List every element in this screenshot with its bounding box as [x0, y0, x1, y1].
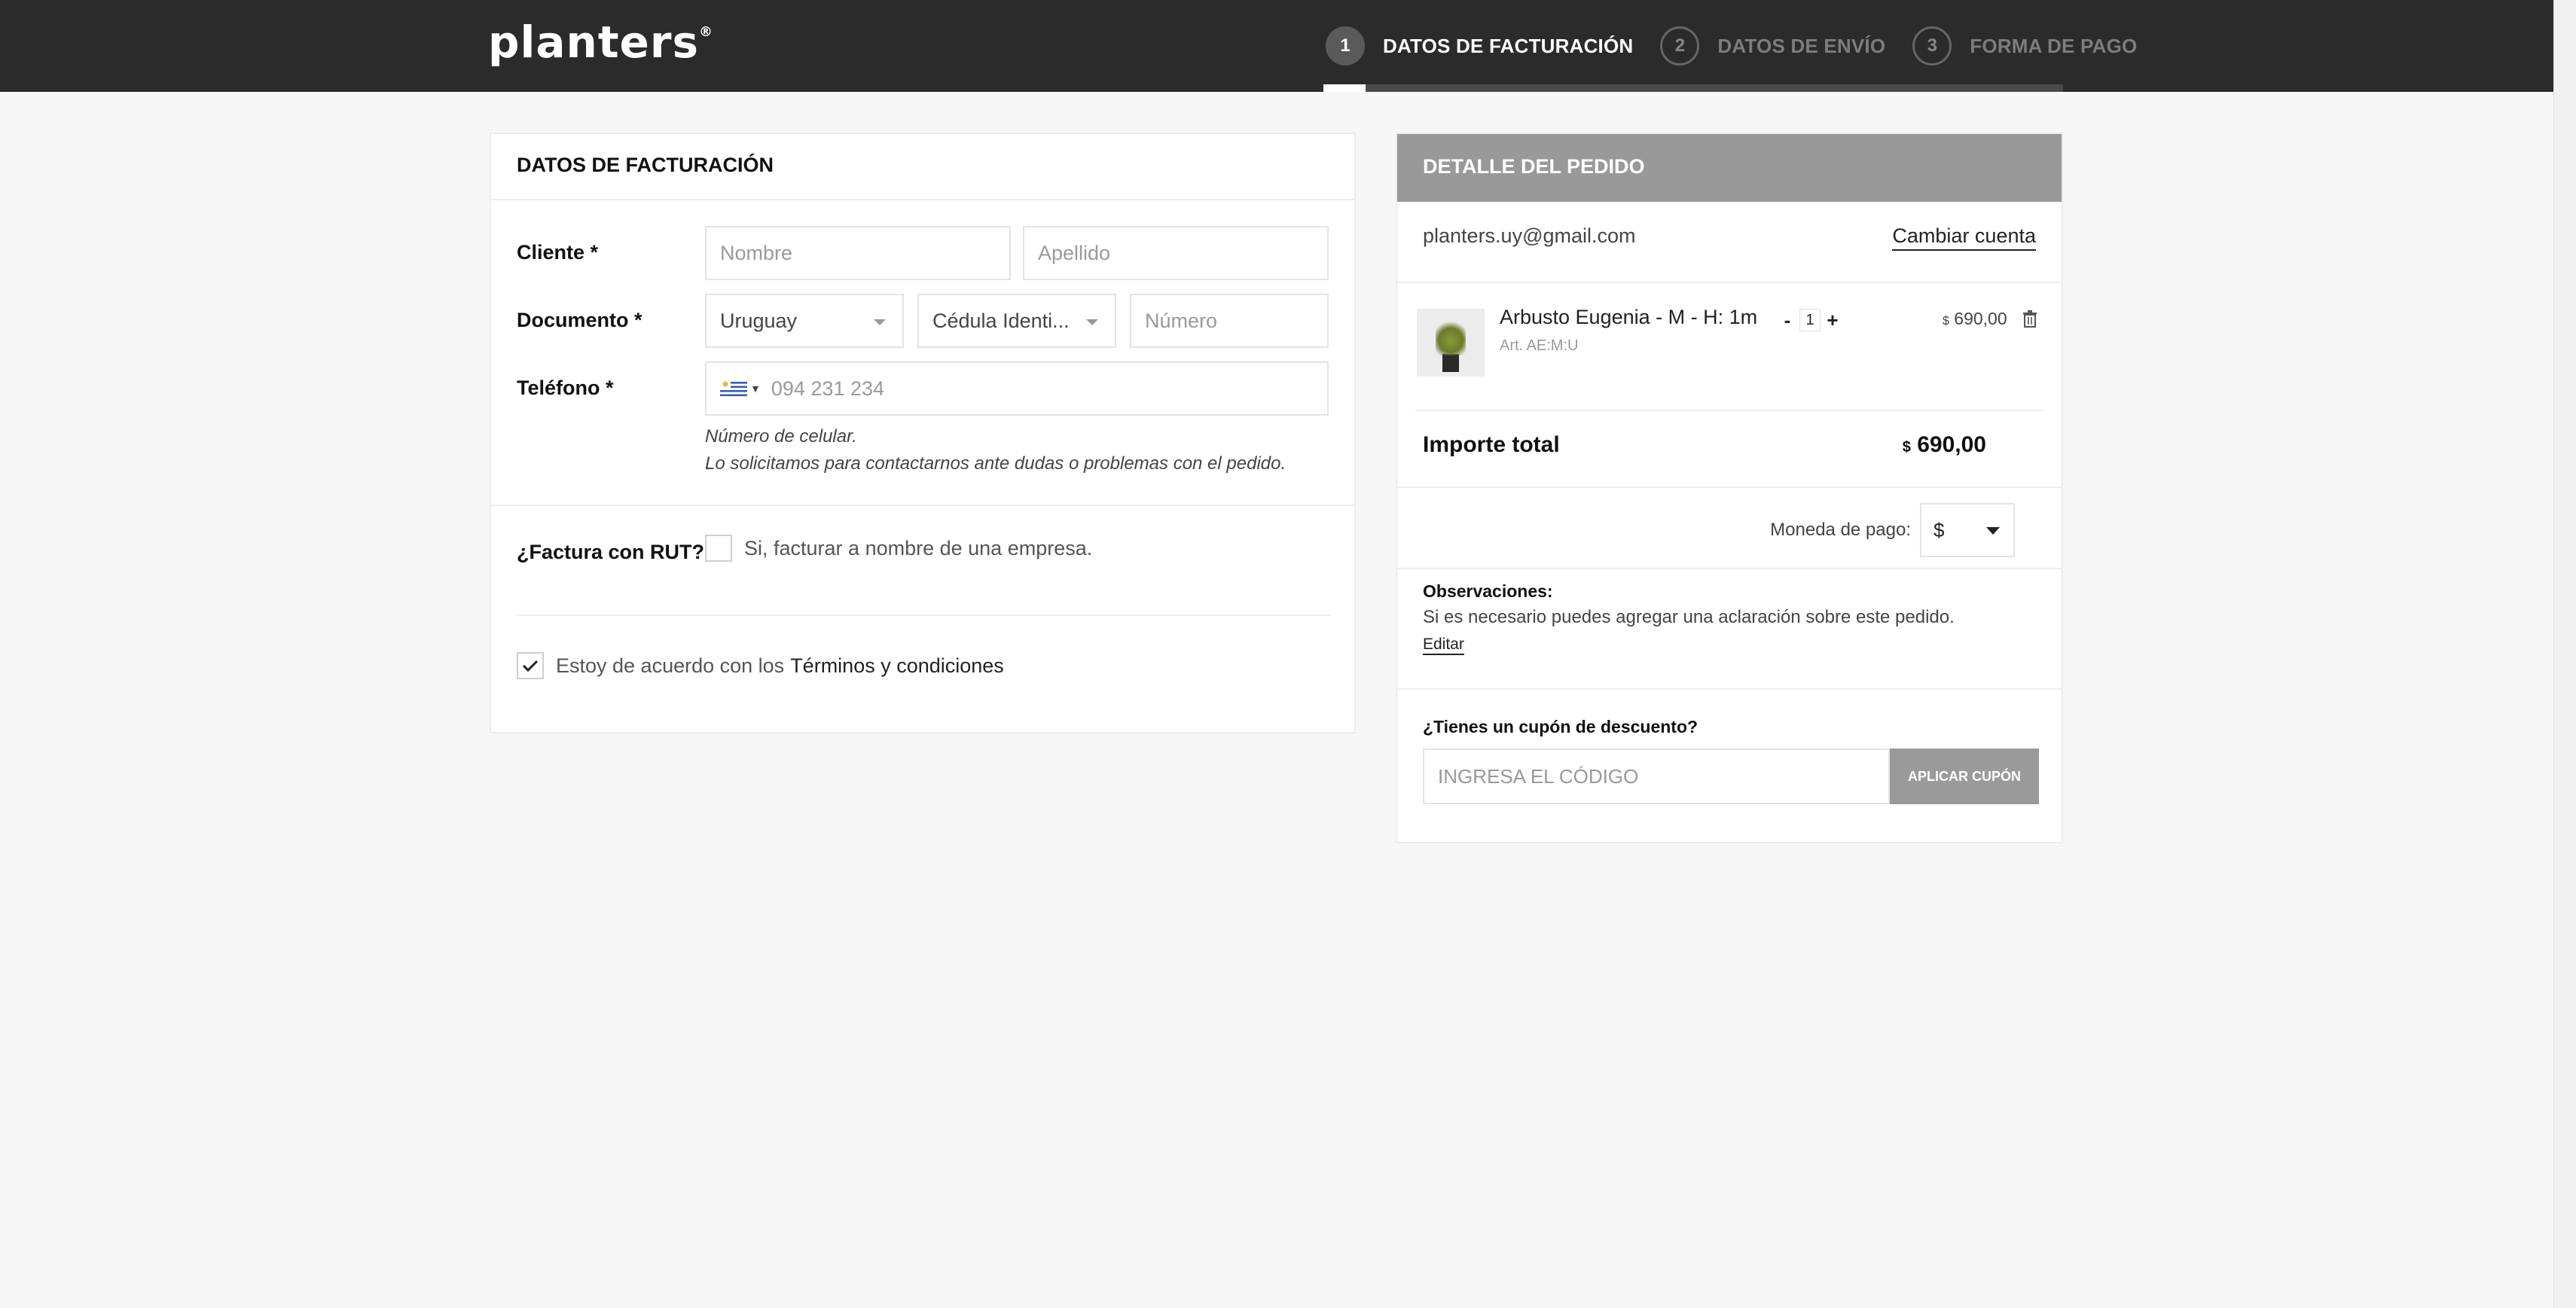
- planters-logo[interactable]: planters®: [488, 17, 713, 69]
- terms-link[interactable]: Términos y condiciones: [790, 654, 1004, 678]
- billing-card: DATOS DE FACTURACIÓN Cliente * Nombre Ap…: [490, 133, 1356, 733]
- step-number: 1: [1326, 26, 1365, 66]
- total-amount: $ 690,00: [1903, 432, 1986, 458]
- step-payment[interactable]: 3 FORMA DE PAGO: [1912, 26, 2137, 66]
- step-label: DATOS DE FACTURACIÓN: [1383, 34, 1634, 57]
- country-select[interactable]: Uruguay: [705, 294, 904, 348]
- step-number: 3: [1912, 26, 1952, 66]
- observations-title: Observaciones:: [1423, 581, 1553, 601]
- check-icon: [522, 660, 539, 672]
- currency-row: Moneda de pago: $: [1397, 503, 2015, 557]
- section-divider: [517, 614, 1330, 616]
- step-shipping[interactable]: 2 DATOS DE ENVÍO: [1660, 26, 1885, 66]
- change-account-link[interactable]: Cambiar cuenta: [1892, 224, 2036, 251]
- divider: [1397, 486, 2062, 488]
- quantity-increase-button[interactable]: +: [1824, 309, 1842, 331]
- rut-label: ¿Factura con RUT?: [517, 541, 705, 563]
- documento-row: Documento * Uruguay Cédula Identi... Núm…: [517, 294, 1329, 348]
- step-label: DATOS DE ENVÍO: [1717, 34, 1886, 57]
- uruguay-flag-icon[interactable]: ▼: [720, 380, 761, 398]
- terms-checkbox[interactable]: [517, 652, 544, 679]
- quantity-value[interactable]: 1: [1799, 309, 1821, 331]
- step-number: 2: [1660, 26, 1700, 66]
- step-progress-bar: [1323, 84, 2063, 92]
- top-bar: planters® 1 DATOS DE FACTURACIÓN 2 DATOS…: [0, 0, 2553, 92]
- trash-icon[interactable]: [2022, 310, 2037, 328]
- apply-coupon-button[interactable]: APLICAR CUPÓN: [1890, 749, 2039, 804]
- product-name[interactable]: Arbusto Eugenia - M - H: 1m: [1500, 306, 1757, 329]
- document-number-input[interactable]: Número: [1130, 294, 1329, 348]
- terms-label: Estoy de acuerdo con los: [556, 654, 785, 677]
- coupon-input[interactable]: INGRESA EL CÓDIGO: [1423, 749, 1890, 804]
- checkout-steps: 1 DATOS DE FACTURACIÓN 2 DATOS DE ENVÍO …: [1326, 26, 2137, 66]
- observations-text: Si es necesario puedes agregar una aclar…: [1423, 607, 1955, 627]
- currency-value: $: [1934, 518, 1945, 541]
- account-row: planters.uy@gmail.com Cambiar cuenta: [1423, 224, 2036, 251]
- rut-checkbox-row[interactable]: Si, facturar a nombre de una empresa.: [705, 535, 1092, 562]
- divider: [1397, 282, 2062, 283]
- total-row: Importe total $ 690,00: [1423, 432, 1986, 458]
- phone-hint-line2: Lo solicitamos para contactarnos ante du…: [705, 453, 1286, 474]
- edit-observations-link[interactable]: Editar: [1423, 636, 1464, 655]
- product-image: [1417, 309, 1485, 377]
- currency-select[interactable]: $: [1920, 503, 2015, 557]
- documento-label: Documento *: [517, 309, 642, 331]
- total-label: Importe total: [1423, 432, 1560, 457]
- order-summary-card: DETALLE DEL PEDIDO planters.uy@gmail.com…: [1396, 133, 2063, 843]
- phone-input[interactable]: ▼ 094 231 234: [705, 361, 1329, 416]
- document-type-value: Cédula Identi...: [932, 309, 1070, 332]
- account-email: planters.uy@gmail.com: [1423, 224, 1636, 247]
- nombre-input[interactable]: Nombre: [705, 226, 1011, 280]
- page-scrollbar[interactable]: [2553, 0, 2576, 1308]
- phone-hint-line1: Número de celular.: [705, 426, 857, 447]
- chevron-down-icon: [1986, 527, 2000, 535]
- chevron-down-icon: [874, 319, 886, 325]
- telefono-row: Teléfono * ▼ 094 231 234 Número de celul…: [517, 361, 1329, 477]
- total-currency: $: [1902, 439, 1911, 456]
- cliente-label: Cliente *: [517, 241, 599, 264]
- quantity-decrease-button[interactable]: -: [1778, 309, 1796, 331]
- terms-checkbox-row[interactable]: Estoy de acuerdo con los Términos y cond…: [517, 652, 1004, 679]
- rut-checkbox[interactable]: [705, 535, 732, 562]
- country-select-value: Uruguay: [720, 309, 798, 332]
- divider: [1397, 568, 2062, 569]
- cliente-row: Cliente * Nombre Apellido: [517, 226, 1329, 280]
- total-value: 690,00: [1917, 432, 1986, 457]
- phone-placeholder: 094 231 234: [771, 377, 885, 400]
- rut-row: ¿Factura con RUT? Si, facturar a nombre …: [517, 535, 1092, 564]
- billing-title: DATOS DE FACTURACIÓN: [491, 134, 1354, 200]
- step-billing[interactable]: 1 DATOS DE FACTURACIÓN: [1326, 26, 1633, 66]
- currency-label: Moneda de pago:: [1770, 520, 1911, 540]
- telefono-label: Teléfono *: [517, 377, 614, 399]
- rut-checkbox-label: Si, facturar a nombre de una empresa.: [744, 536, 1093, 559]
- step-label: FORMA DE PAGO: [1970, 34, 2138, 57]
- chevron-down-icon: [1086, 319, 1098, 325]
- phone-hint: Número de celular. Lo solicitamos para c…: [705, 423, 1329, 477]
- price-currency: $: [1943, 315, 1949, 328]
- product-sku: Art. AE:M:U: [1500, 337, 1579, 354]
- apellido-input[interactable]: Apellido: [1023, 226, 1329, 280]
- divider: [1415, 410, 2043, 411]
- coupon-title: ¿Tienes un cupón de descuento?: [1423, 717, 1699, 736]
- divider: [1397, 688, 2062, 690]
- order-title: DETALLE DEL PEDIDO: [1397, 134, 2062, 202]
- section-divider: [491, 505, 1354, 506]
- document-type-select[interactable]: Cédula Identi...: [917, 294, 1116, 348]
- product-price: $ 690,00: [1943, 309, 2007, 329]
- step-progress-fill: [1323, 84, 1366, 92]
- price-value: 690,00: [1954, 309, 2007, 328]
- quantity-stepper: - 1 +: [1778, 309, 1842, 331]
